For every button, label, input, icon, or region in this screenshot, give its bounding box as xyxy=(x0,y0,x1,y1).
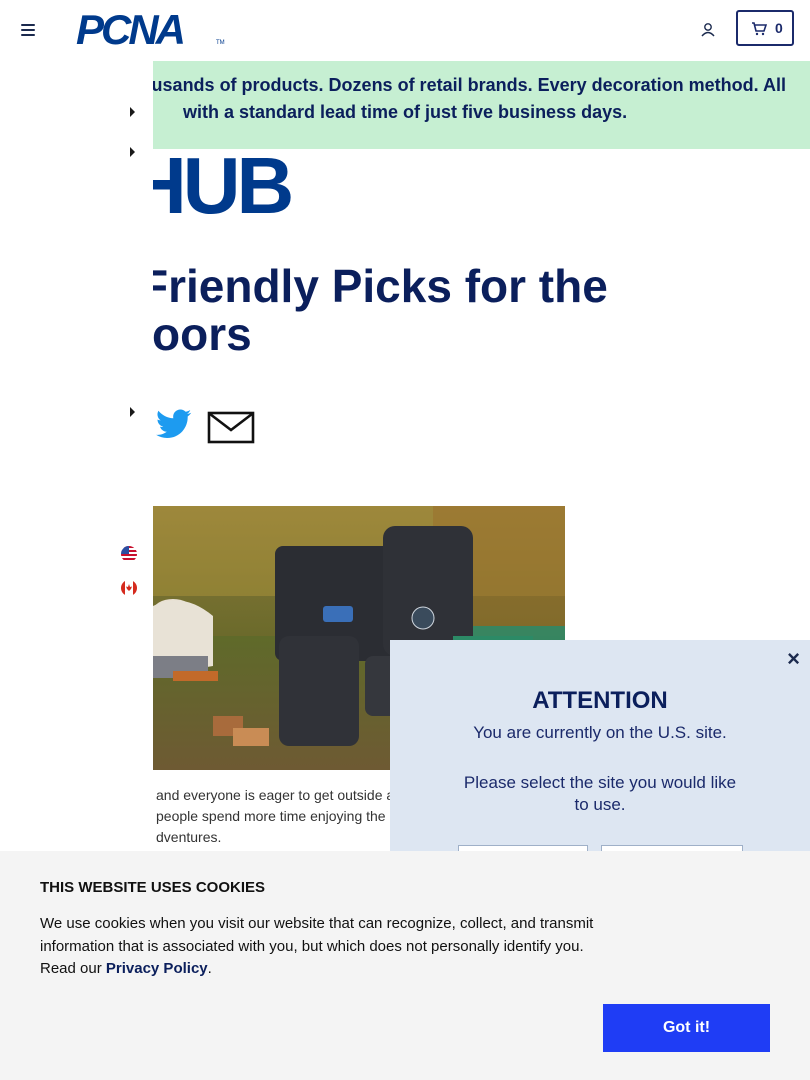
cookie-banner: THIS WEBSITE USES COOKIES We use cookies… xyxy=(0,851,810,1080)
privacy-policy-link[interactable]: Privacy Policy xyxy=(106,960,208,977)
cookie-text: We use cookies when you visit our websit… xyxy=(40,913,610,981)
cookie-period: . xyxy=(207,960,212,977)
cart-button[interactable]: 0 xyxy=(736,10,794,46)
account-icon[interactable] xyxy=(699,21,717,39)
modal-prompt: Please select the site you would like to… xyxy=(463,773,737,814)
article-title: Friendly Picks for the oors xyxy=(140,262,780,358)
promo-banner: usands of products. Dozens of retail bra… xyxy=(153,61,810,149)
caret-right-icon[interactable] xyxy=(130,147,135,157)
close-icon[interactable]: × xyxy=(787,646,800,672)
us-flag-icon[interactable] xyxy=(121,546,137,562)
modal-title: ATTENTION xyxy=(532,687,668,714)
twitter-bird-icon[interactable] xyxy=(155,408,193,442)
envelope-icon[interactable] xyxy=(207,410,255,444)
article-title-line1: Friendly Picks for the xyxy=(140,260,608,312)
pcna-logo[interactable]: PCNA TM xyxy=(76,6,225,53)
accept-cookies-button[interactable]: Got it! xyxy=(603,1004,770,1052)
modal-message: You are currently on the U.S. site. xyxy=(473,723,727,742)
banner-text-line1: usands of products. Dozens of retail bra… xyxy=(153,75,786,95)
cart-count: 0 xyxy=(775,20,783,36)
logo-text: PCNA xyxy=(76,6,186,53)
menu-icon[interactable] xyxy=(21,24,35,36)
cart-icon xyxy=(752,22,767,36)
caret-right-icon[interactable] xyxy=(130,407,135,417)
hub-logo-text: HUB xyxy=(153,153,293,219)
logo-tm: TM xyxy=(216,40,225,46)
article-title-line2: oors xyxy=(152,308,252,360)
canada-flag-icon[interactable] xyxy=(121,580,137,596)
cookie-title: THIS WEBSITE USES COOKIES xyxy=(40,879,266,896)
hub-logo: HUB xyxy=(153,153,293,219)
caret-right-icon[interactable] xyxy=(130,107,135,117)
banner-text-line2: with a standard lead time of just five b… xyxy=(183,102,628,122)
site-header: PCNA TM 0 xyxy=(0,0,810,60)
